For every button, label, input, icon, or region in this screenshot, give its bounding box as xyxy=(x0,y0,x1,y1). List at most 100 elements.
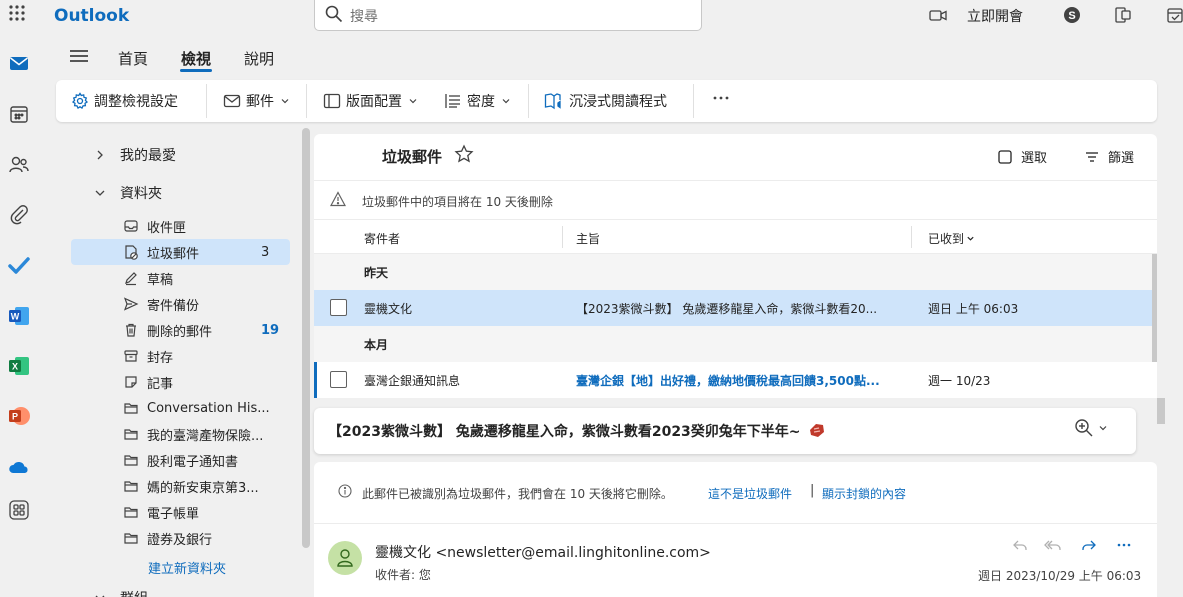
folder-label: 封存 xyxy=(147,350,174,366)
calendar-icon[interactable] xyxy=(8,103,30,125)
density-icon xyxy=(445,94,460,108)
mail-icon[interactable] xyxy=(8,52,30,74)
folder-icon xyxy=(123,400,139,416)
group-header[interactable]: 昨天 xyxy=(314,254,1152,290)
layout-label: 版面配置 xyxy=(346,94,402,110)
folder-label: 草稿 xyxy=(147,272,174,288)
app-launcher-icon[interactable] xyxy=(8,4,30,26)
toolbar-divider xyxy=(693,84,694,118)
sent-icon xyxy=(123,296,139,312)
calendar-check-icon[interactable] xyxy=(1165,5,1183,25)
draft-icon xyxy=(123,270,139,286)
tab-help[interactable]: 說明 xyxy=(244,48,274,69)
layout-icon xyxy=(323,93,341,109)
immersive-reader-button[interactable]: 沉浸式閱讀程式 xyxy=(544,91,667,111)
reply-icon[interactable] xyxy=(1011,536,1029,554)
group-header[interactable]: 本月 xyxy=(314,326,1152,362)
new-folder-link[interactable]: 建立新資料夾 xyxy=(148,558,226,577)
message-checkbox[interactable] xyxy=(330,371,347,388)
messages-label: 郵件 xyxy=(246,94,274,110)
word-icon[interactable]: W xyxy=(8,305,30,327)
view-settings-button[interactable]: 調整檢視設定 xyxy=(71,91,178,111)
folder-label: 媽的新安東京第3... xyxy=(147,480,259,496)
messages-dropdown[interactable]: 郵件 xyxy=(223,91,290,111)
folder-item[interactable]: 寄件備份 xyxy=(71,291,290,317)
show-blocked-content-link[interactable]: 顯示封鎖的內容 xyxy=(822,485,906,502)
message-list-scrollbar[interactable] xyxy=(1152,254,1157,362)
favorites-header[interactable]: 我的最愛 xyxy=(94,145,176,165)
folder-scrollbar[interactable] xyxy=(302,128,310,548)
office-apps-icon[interactable] xyxy=(1113,5,1133,25)
search-placeholder[interactable]: 搜尋 xyxy=(350,6,378,26)
column-divider[interactable] xyxy=(562,226,563,248)
folder-item[interactable]: 封存 xyxy=(71,343,290,369)
gear-icon xyxy=(71,92,89,110)
groups-header[interactable]: 群組 xyxy=(94,588,148,597)
message-checkbox[interactable] xyxy=(330,299,347,316)
meet-now-button[interactable]: 立即開會 xyxy=(967,6,1023,26)
folder-item[interactable]: 媽的新安東京第3... xyxy=(71,473,290,499)
app-brand[interactable]: Outlook xyxy=(54,6,129,26)
inbox-icon xyxy=(123,218,139,234)
column-sender[interactable]: 寄件者 xyxy=(364,230,400,247)
video-camera-icon[interactable] xyxy=(928,5,948,25)
onedrive-icon[interactable] xyxy=(8,456,30,478)
select-button[interactable]: 選取 xyxy=(997,147,1047,166)
message-date: 週一 10/23 xyxy=(928,374,991,388)
filter-icon xyxy=(1086,151,1098,162)
layout-dropdown[interactable]: 版面配置 xyxy=(323,91,418,111)
excel-icon[interactable]: X xyxy=(8,355,30,377)
column-subject[interactable]: 主旨 xyxy=(576,230,600,247)
zoom-dropdown[interactable] xyxy=(1074,418,1108,438)
message-sender: 靈機文化 xyxy=(364,302,413,316)
toolbar-divider xyxy=(306,84,307,118)
chevron-down-icon xyxy=(409,99,417,104)
folder-item[interactable]: 記事 xyxy=(71,369,290,395)
people-icon[interactable] xyxy=(8,153,30,175)
folder-item[interactable]: 刪除的郵件 19 xyxy=(71,317,290,343)
reply-all-icon[interactable] xyxy=(1044,536,1064,554)
more-apps-icon[interactable] xyxy=(8,499,30,521)
folder-item[interactable]: 我的臺灣產物保險... xyxy=(71,421,290,447)
message-subject: 【2023紫微斗數】 兔歲遷移龍星入命，紫微斗數看20... xyxy=(576,302,878,316)
skype-icon[interactable]: S xyxy=(1062,5,1082,25)
message-row[interactable]: 靈機文化 【2023紫微斗數】 兔歲遷移龍星入命，紫微斗數看20... 週日 上… xyxy=(314,290,1152,326)
more-options-button[interactable] xyxy=(712,88,735,106)
hamburger-menu-icon[interactable] xyxy=(69,48,89,64)
folder-label: 我的臺灣產物保險... xyxy=(147,428,264,444)
tab-home[interactable]: 首頁 xyxy=(118,48,148,69)
more-actions-icon[interactable] xyxy=(1115,536,1133,554)
forward-icon[interactable] xyxy=(1080,536,1098,554)
folder-label: 記事 xyxy=(147,376,174,392)
column-divider[interactable] xyxy=(911,226,912,248)
attachment-icon[interactable] xyxy=(8,203,30,225)
folder-label: 寄件備份 xyxy=(147,298,200,314)
message-timestamp: 週日 2023/10/29 上午 06:03 xyxy=(978,569,1142,583)
density-dropdown[interactable]: 密度 xyxy=(444,91,511,111)
powerpoint-icon[interactable]: P xyxy=(8,405,30,427)
message-row[interactable]: 臺灣企銀通知訊息 臺灣企銀【地】出好禮，繳納地價稅最高回饋3,500點... 週… xyxy=(314,362,1152,398)
filter-button[interactable]: 篩選 xyxy=(1084,147,1134,166)
star-icon[interactable] xyxy=(454,144,474,164)
not-junk-link[interactable]: 這不是垃圾郵件 xyxy=(708,485,792,502)
folders-header[interactable]: 資料夾 xyxy=(94,183,162,203)
view-settings-label: 調整檢視設定 xyxy=(94,94,178,110)
folder-item[interactable]: 證券及銀行 xyxy=(71,525,290,551)
favorites-label: 我的最愛 xyxy=(120,148,176,164)
avatar[interactable] xyxy=(328,541,362,575)
group-label: 本月 xyxy=(364,338,389,352)
folder-item[interactable]: 收件匣 xyxy=(71,213,290,239)
column-received[interactable]: 已收到 xyxy=(928,230,975,247)
folder-icon xyxy=(123,426,139,442)
immersive-reader-icon xyxy=(544,93,561,110)
tab-view[interactable]: 檢視 xyxy=(181,48,211,69)
folder-item[interactable]: 電子帳單 xyxy=(71,499,290,525)
pane-scrollbar[interactable] xyxy=(1157,398,1165,424)
search-box[interactable]: 搜尋 xyxy=(314,0,702,31)
folder-item[interactable]: 股利電子通知書 xyxy=(71,447,290,473)
sender-line[interactable]: 靈機文化 <newsletter@email.linghitonline.com… xyxy=(375,542,711,562)
folder-item[interactable]: 草稿 xyxy=(71,265,290,291)
todo-icon[interactable] xyxy=(8,254,30,276)
folder-item[interactable]: Conversation His... xyxy=(71,395,290,421)
folder-item[interactable]: 垃圾郵件 3 xyxy=(71,239,290,265)
